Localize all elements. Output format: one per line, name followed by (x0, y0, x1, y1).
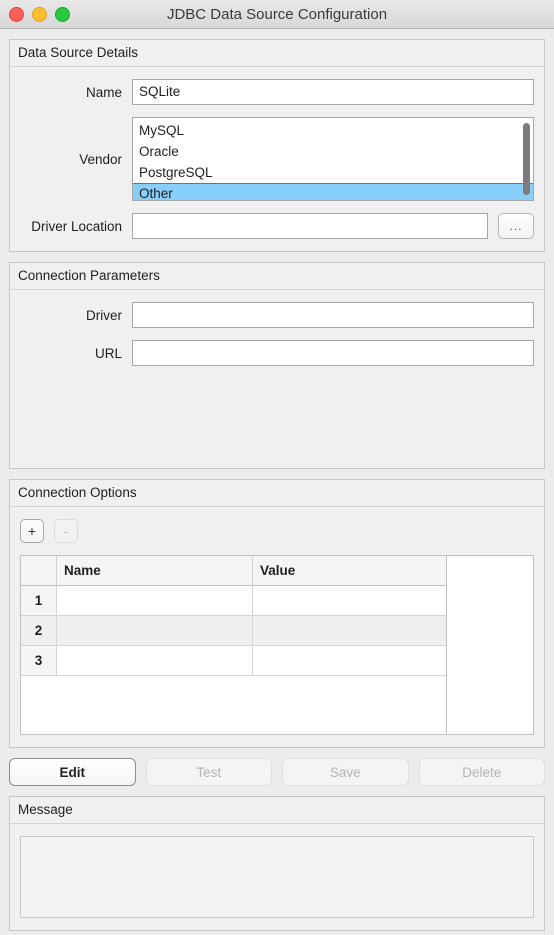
options-table-header: Name Value (21, 556, 446, 586)
data-source-details-body: Name SQLite Vendor MySQL Oracle PostgreS… (10, 67, 544, 251)
connection-parameters-body: Driver URL (10, 290, 544, 468)
row-value-cell[interactable] (253, 586, 446, 615)
title-bar: JDBC Data Source Configuration (0, 0, 554, 29)
remove-option-button: - (54, 519, 78, 543)
data-source-details-group: Data Source Details Name SQLite Vendor M… (9, 39, 545, 252)
window-controls (0, 6, 70, 22)
row-name-cell[interactable] (57, 586, 253, 615)
message-body (10, 824, 544, 930)
table-row[interactable]: 1 (21, 586, 446, 616)
add-option-button[interactable]: + (20, 519, 44, 543)
edit-button[interactable]: Edit (9, 758, 136, 786)
driver-location-input[interactable] (132, 213, 488, 239)
row-name-cell[interactable] (57, 646, 253, 675)
row-index: 3 (21, 646, 57, 675)
driver-location-label: Driver Location (31, 218, 122, 234)
zoom-button[interactable] (55, 6, 70, 22)
table-row[interactable]: 3 (21, 646, 446, 676)
row-value-cell[interactable] (253, 646, 446, 675)
driver-location-row: Driver Location ... (20, 213, 534, 239)
delete-button: Delete (418, 758, 545, 786)
window-content: Data Source Details Name SQLite Vendor M… (0, 29, 554, 935)
options-table: Name Value 1 2 3 (20, 555, 534, 735)
app-window: JDBC Data Source Configuration Data Sour… (0, 0, 554, 935)
name-label: Name (85, 84, 122, 100)
url-label: URL (94, 345, 122, 361)
column-header-index (21, 556, 57, 585)
connection-parameters-spacer (20, 378, 534, 456)
options-table-main: Name Value 1 2 3 (21, 556, 447, 734)
connection-parameters-title: Connection Parameters (10, 263, 544, 290)
vendor-list-item-oracle[interactable]: Oracle (133, 141, 533, 162)
connection-options-title: Connection Options (10, 480, 544, 507)
action-button-bar: Edit Test Save Delete (9, 758, 545, 786)
driver-label: Driver (86, 307, 122, 323)
driver-row: Driver (20, 302, 534, 328)
save-button: Save (282, 758, 409, 786)
row-index: 2 (21, 616, 57, 645)
name-input[interactable]: SQLite (132, 79, 534, 105)
vendor-list-scroll-thumb[interactable] (523, 123, 530, 195)
row-value-cell[interactable] (253, 616, 446, 645)
message-title: Message (10, 797, 544, 824)
column-header-value: Value (260, 563, 296, 578)
message-text-area[interactable] (20, 836, 534, 918)
test-button: Test (145, 758, 272, 786)
message-group: Message (9, 796, 545, 931)
connection-parameters-group: Connection Parameters Driver URL (9, 262, 545, 469)
driver-input[interactable] (132, 302, 534, 328)
name-row: Name SQLite (20, 79, 534, 105)
vendor-list-item-postgresql[interactable]: PostgreSQL (133, 162, 533, 183)
connection-options-body: + - Name Value 1 2 3 (10, 507, 544, 747)
window-title: JDBC Data Source Configuration (166, 5, 388, 23)
vendor-row: Vendor MySQL Oracle PostgreSQL Other (20, 117, 534, 201)
vendor-label: Vendor (79, 151, 122, 167)
vendor-list-scrollbar[interactable] (523, 121, 530, 197)
vendor-list-items: MySQL Oracle PostgreSQL Other (133, 118, 533, 200)
url-input[interactable] (132, 340, 534, 366)
browse-button[interactable]: ... (498, 213, 534, 239)
vendor-list-item-mysql[interactable]: MySQL (133, 120, 533, 141)
minimize-button[interactable] (32, 6, 47, 22)
option-row-controls: + - (20, 519, 534, 543)
options-table-trailing-column (447, 556, 533, 734)
url-row: URL (20, 340, 534, 366)
vendor-list[interactable]: MySQL Oracle PostgreSQL Other (132, 117, 534, 201)
column-header-name: Name (57, 556, 253, 585)
options-table-empty-area (21, 676, 446, 734)
row-name-cell[interactable] (57, 616, 253, 645)
data-source-details-title: Data Source Details (10, 40, 544, 67)
table-row[interactable]: 2 (21, 616, 446, 646)
vendor-list-item-other[interactable]: Other (133, 183, 533, 200)
row-index: 1 (21, 586, 57, 615)
close-button[interactable] (9, 6, 24, 22)
connection-options-group: Connection Options + - Name Value 1 2 3 (9, 479, 545, 748)
